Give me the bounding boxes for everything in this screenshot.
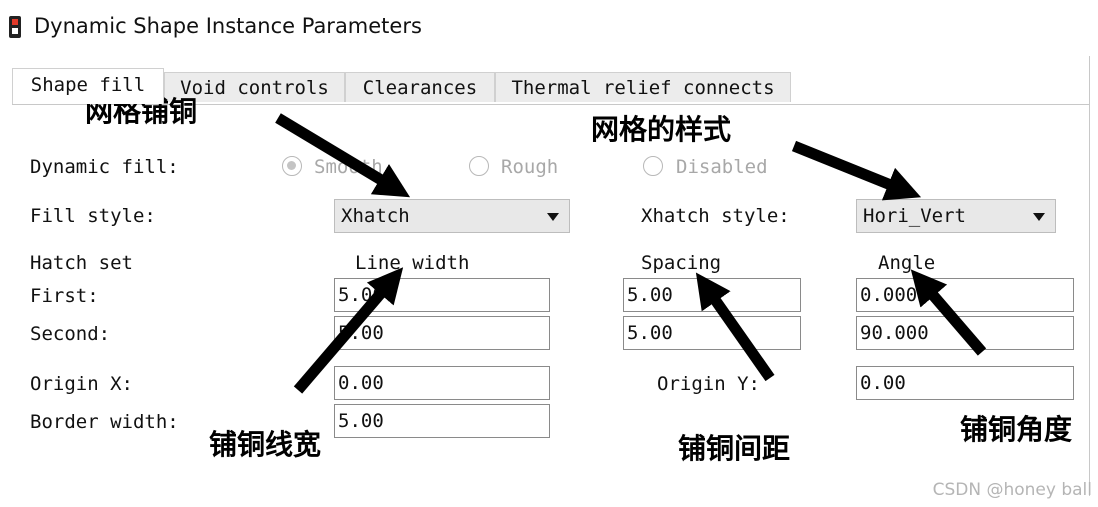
xhatch-style-label: Xhatch style:: [641, 205, 790, 227]
arrow-to-xhatch-style: [791, 140, 922, 201]
line-width-header: Line width: [355, 252, 470, 274]
tab-clearances[interactable]: Clearances: [345, 72, 495, 102]
window-title: Dynamic Shape Instance Parameters: [34, 14, 422, 38]
hatch-set-label: Hatch set: [30, 252, 133, 274]
spacing-header: Spacing: [641, 252, 722, 274]
border-width-label: Border width:: [30, 411, 179, 433]
panel-border: [1089, 56, 1090, 496]
watermark: CSDN @honey ball: [932, 480, 1092, 500]
first-spacing-input[interactable]: 5.00: [623, 278, 801, 312]
radio-smooth-label: Smooth: [314, 156, 383, 178]
app-icon: [8, 15, 22, 39]
radio-rough-label: Rough: [501, 156, 559, 178]
origin-y-label: Origin Y:: [657, 373, 760, 395]
chevron-down-icon: [547, 213, 559, 221]
radio-disabled-label: Disabled: [676, 156, 768, 178]
arrow-to-fill-style: [275, 113, 411, 198]
tab-thermal-relief-connects[interactable]: Thermal relief connects: [495, 72, 791, 102]
annotation-copper-angle: 铺铜角度: [960, 413, 1073, 446]
angle-header: Angle: [878, 252, 936, 274]
second-spacing-input[interactable]: 5.00: [623, 316, 801, 350]
radio-disabled[interactable]: [643, 156, 663, 176]
second-angle-input[interactable]: 90.000: [856, 316, 1074, 350]
origin-y-input[interactable]: 0.00: [856, 366, 1074, 400]
annotation-grid-style: 网格的样式: [591, 113, 732, 146]
first-line-width-input[interactable]: 5.00: [334, 278, 550, 312]
xhatch-style-value: Hori_Vert: [863, 205, 966, 227]
origin-x-input[interactable]: 0.00: [334, 366, 550, 400]
border-width-input[interactable]: 5.00: [334, 404, 550, 438]
second-line-width-input[interactable]: 5.00: [334, 316, 550, 350]
fill-style-select[interactable]: Xhatch: [334, 199, 570, 233]
annotation-copper-spacing: 铺铜间距: [678, 432, 791, 465]
tab-shape-fill[interactable]: Shape fill: [12, 68, 164, 104]
radio-smooth[interactable]: [282, 156, 302, 176]
chevron-down-icon: [1033, 213, 1045, 221]
radio-selected-dot: [287, 161, 296, 170]
fill-style-label: Fill style:: [30, 205, 156, 227]
annotation-copper-line-width: 铺铜线宽: [209, 428, 322, 461]
fill-style-value: Xhatch: [341, 205, 410, 227]
radio-rough[interactable]: [469, 156, 489, 176]
first-angle-input[interactable]: 0.000: [856, 278, 1074, 312]
second-row-label: Second:: [30, 323, 111, 345]
xhatch-style-select[interactable]: Hori_Vert: [856, 199, 1056, 233]
first-row-label: First:: [30, 285, 99, 307]
dynamic-fill-label: Dynamic fill:: [30, 156, 179, 178]
origin-x-label: Origin X:: [30, 373, 133, 395]
